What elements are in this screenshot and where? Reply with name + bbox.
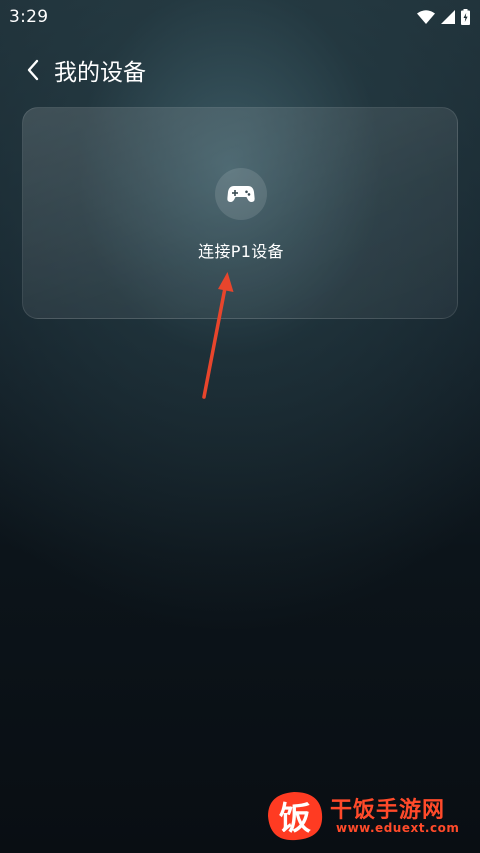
status-time: 3:29 xyxy=(9,7,49,27)
header: 我的设备 xyxy=(0,50,480,90)
signal-icon xyxy=(441,10,455,24)
status-icons xyxy=(417,9,470,25)
gamepad-icon xyxy=(227,186,255,202)
watermark-url: www.eduext.com xyxy=(336,821,460,835)
watermark-site-name: 干饭手游网 xyxy=(330,798,446,823)
watermark-logo: 饭 xyxy=(268,792,323,841)
watermark-logo-char: 饭 xyxy=(279,799,311,837)
connect-device-card[interactable]: 连接P1设备 xyxy=(22,107,458,319)
battery-icon xyxy=(461,9,470,25)
page-title: 我的设备 xyxy=(54,60,146,86)
chevron-left-icon xyxy=(27,59,39,81)
back-button[interactable] xyxy=(10,50,56,90)
connect-device-label: 连接P1设备 xyxy=(198,242,284,261)
gamepad-icon-circle xyxy=(215,168,267,220)
wifi-icon xyxy=(417,10,435,24)
watermark: 饭 干饭手游网 www.eduext.com xyxy=(262,788,472,844)
status-bar: 3:29 xyxy=(0,0,480,34)
